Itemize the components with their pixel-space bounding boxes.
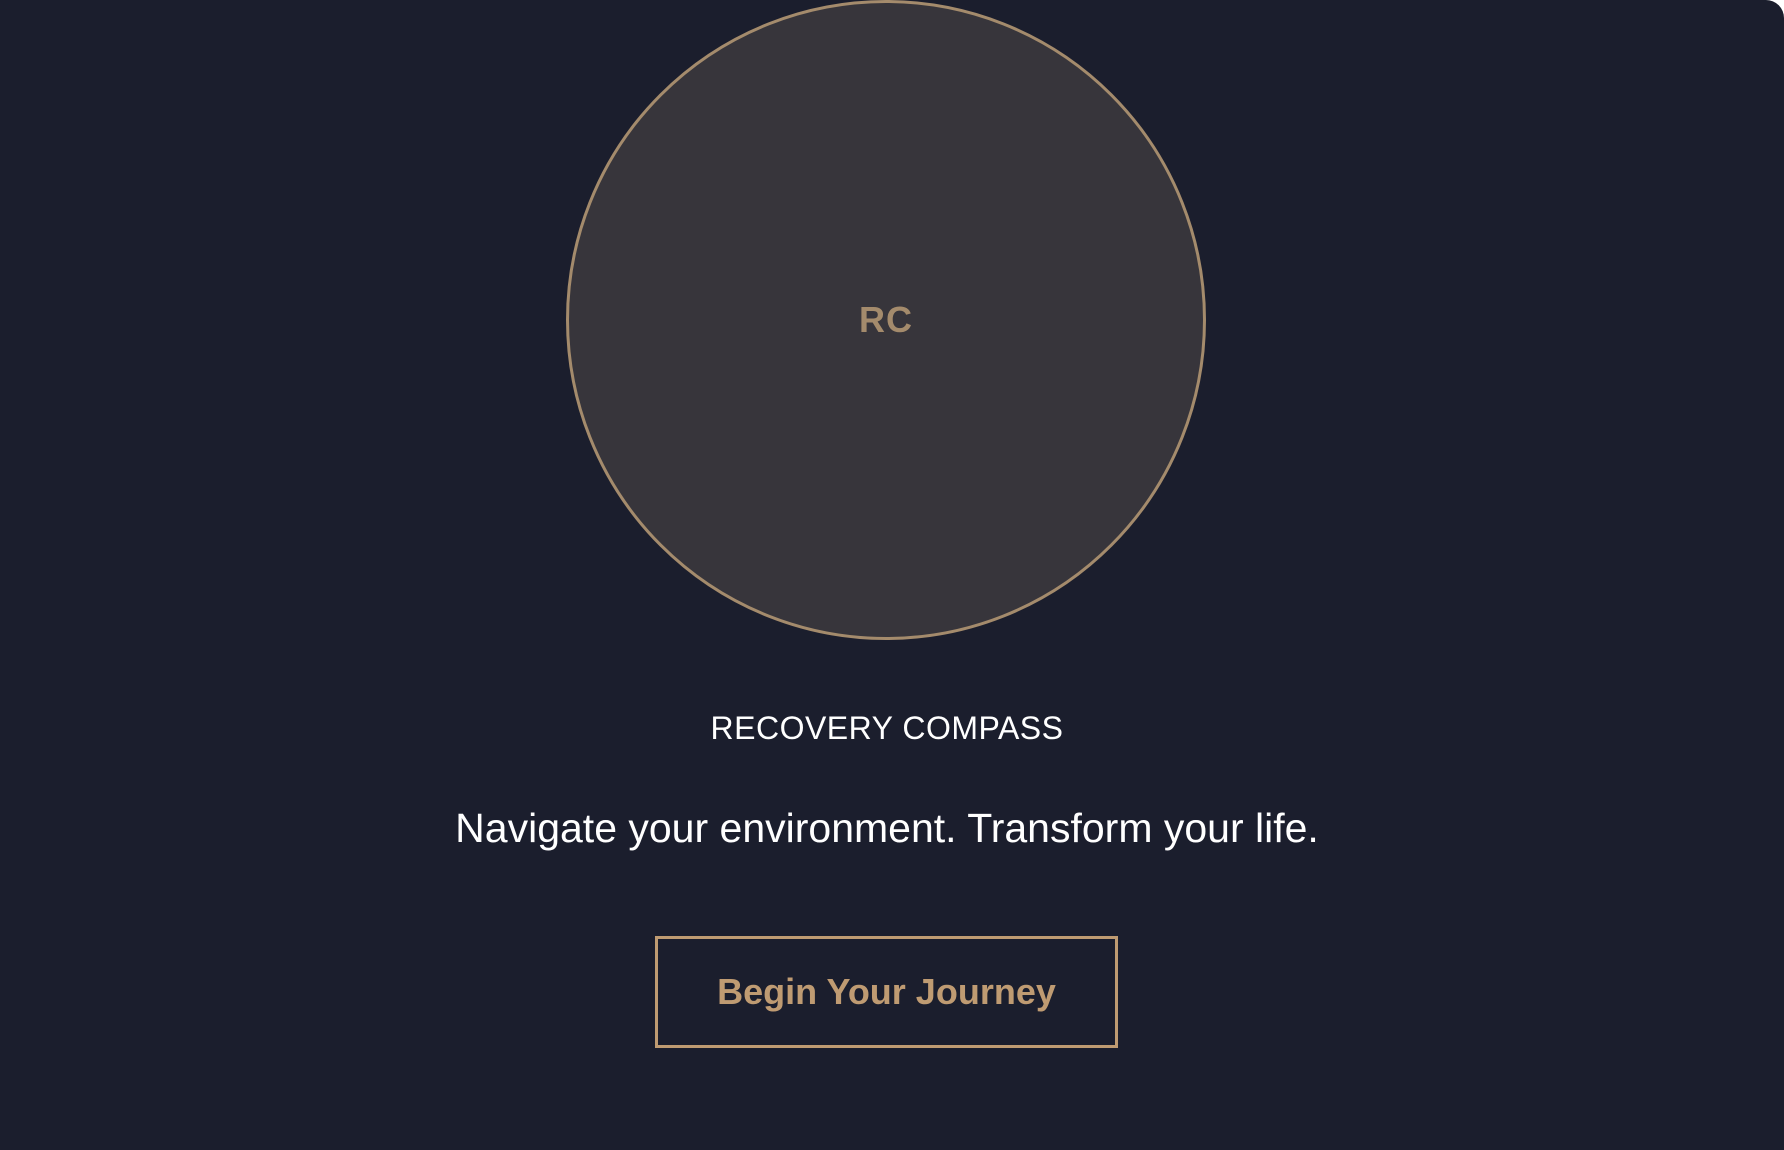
hero-tagline: Navigate your environment. Transform you… <box>455 805 1319 851</box>
logo-circle: RC <box>566 0 1206 640</box>
landing-screen: RC RECOVERY COMPASS Navigate your enviro… <box>0 0 1784 1150</box>
logo-initials: RC <box>859 299 913 340</box>
brand-name: RECOVERY COMPASS <box>710 710 1064 746</box>
begin-journey-button[interactable]: Begin Your Journey <box>655 936 1118 1048</box>
